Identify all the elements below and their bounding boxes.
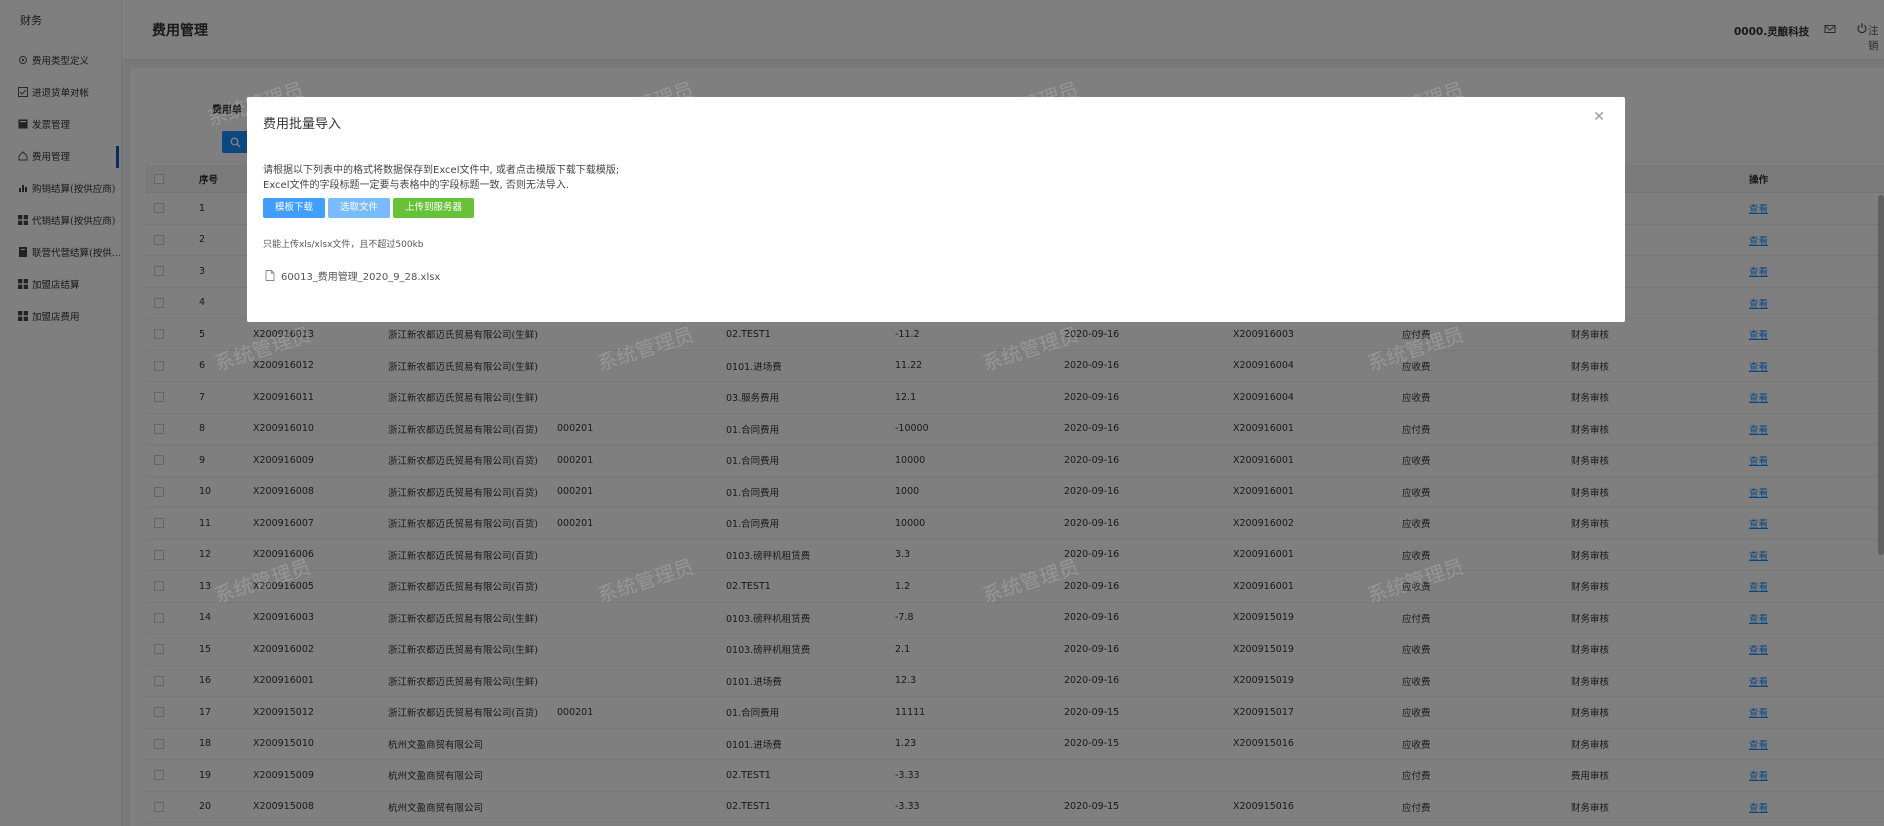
upload-hint: 只能上传xls/xlsx文件，且不超过500kb xyxy=(263,240,424,250)
file-name: 60013_费用管理_2020_9_28.xlsx xyxy=(281,272,441,283)
selected-file[interactable]: 60013_费用管理_2020_9_28.xlsx xyxy=(265,268,440,283)
close-icon[interactable]: ✕ xyxy=(1593,109,1605,125)
modal-description: 请根据以下列表中的格式将数据保存到Excel文件中, 或者点击模版下载下载模版;… xyxy=(263,163,619,193)
modal-buttons: 模板下载 选取文件 上传到服务器 xyxy=(263,198,475,218)
upload-to-server-button[interactable]: 上传到服务器 xyxy=(393,198,475,218)
description-line: Excel文件的字段标题一定要与表格中的字段标题一致, 否则无法导入. xyxy=(263,180,570,191)
select-file-button[interactable]: 选取文件 xyxy=(328,198,391,218)
document-icon xyxy=(265,270,275,281)
template-download-button[interactable]: 模板下载 xyxy=(263,198,326,218)
modal-title: 费用批量导入 xyxy=(263,117,342,132)
import-modal: 费用批量导入 ✕ 请根据以下列表中的格式将数据保存到Excel文件中, 或者点击… xyxy=(247,97,1625,322)
description-line: 请根据以下列表中的格式将数据保存到Excel文件中, 或者点击模版下载下载模版; xyxy=(263,165,620,176)
